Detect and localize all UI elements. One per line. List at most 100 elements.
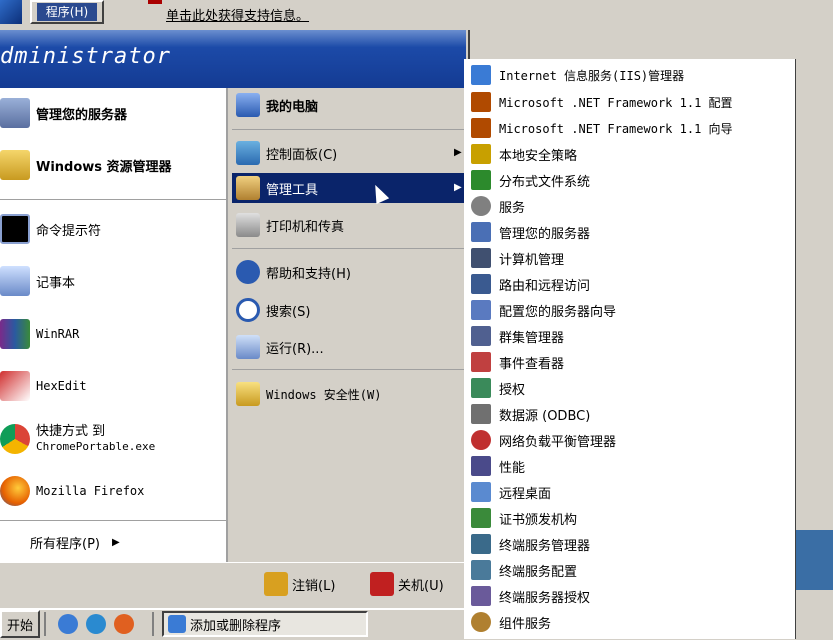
- start-button[interactable]: 开始: [0, 610, 40, 638]
- submenu-item[interactable]: Microsoft .NET Framework 1.1 配置: [471, 89, 733, 115]
- submenu-label: 群集管理器: [499, 330, 565, 346]
- computer-icon: [236, 93, 260, 117]
- submenu-item[interactable]: 证书颁发机构: [471, 505, 577, 531]
- menu-item-search[interactable]: 搜索(S): [236, 296, 310, 324]
- submenu-label: 管理您的服务器: [499, 226, 591, 242]
- submenu-item[interactable]: 网络负载平衡管理器: [471, 427, 616, 453]
- menu-item-cmd[interactable]: 命令提示符: [0, 212, 101, 246]
- submenu-label: 性能: [499, 460, 526, 476]
- menu-item-label: 命令提示符: [36, 223, 102, 239]
- terminal-config-icon: [471, 560, 491, 580]
- explorer-icon: [0, 150, 30, 180]
- submenu-item[interactable]: 终端服务器授权: [471, 583, 590, 609]
- dfs-icon: [471, 170, 491, 190]
- user-name: dministrator: [0, 44, 171, 69]
- divider: [232, 129, 464, 130]
- help-icon: [236, 260, 260, 284]
- menu-item-printers[interactable]: 打印机和传真: [236, 211, 344, 239]
- submenu-label: 事件查看器: [499, 356, 565, 372]
- quicklaunch-icon[interactable]: [86, 614, 106, 634]
- winrar-icon: [0, 319, 30, 349]
- program-button-label: 程序(H): [37, 3, 97, 21]
- power-icon: [370, 572, 394, 596]
- run-icon: [236, 335, 260, 359]
- menu-item-label: 记事本: [36, 275, 76, 291]
- submenu-label: 路由和远程访问: [499, 278, 591, 294]
- submenu-label: 终端服务配置: [499, 564, 578, 580]
- window-icon: [0, 0, 22, 24]
- chrome-icon: [0, 424, 30, 454]
- menu-item-label: 管理工具: [266, 182, 319, 198]
- menu-item-my-computer[interactable]: 我的电脑: [236, 91, 318, 119]
- taskbar-window-button[interactable]: 添加或删除程序: [162, 611, 368, 637]
- submenu-item[interactable]: 管理您的服务器: [471, 219, 590, 245]
- firefox-icon[interactable]: [114, 614, 134, 634]
- add-remove-programs-icon: [168, 615, 186, 633]
- logoff-label: 注销(L): [292, 578, 336, 594]
- menu-item-run[interactable]: 运行(R)...: [236, 333, 324, 361]
- event-viewer-icon: [471, 352, 491, 372]
- nlb-icon: [471, 430, 491, 450]
- menu-item-label: 运行(R)...: [266, 341, 324, 357]
- desktop-area: [793, 530, 833, 590]
- menu-item-control-panel[interactable]: 控制面板(C): [236, 139, 337, 167]
- menu-item-chrome[interactable]: 快捷方式 到 ChromePortable.exe: [0, 419, 155, 459]
- divider: [0, 520, 226, 521]
- dotnet-icon: [471, 92, 491, 112]
- logoff-button[interactable]: 注销(L): [264, 572, 335, 596]
- licensing-icon: [471, 378, 491, 398]
- arrow-right-icon: ▶: [111, 536, 120, 548]
- submenu-item[interactable]: 群集管理器: [471, 323, 564, 349]
- submenu-item[interactable]: Internet 信息服务(IIS)管理器: [471, 62, 684, 88]
- menu-item-security[interactable]: Windows 安全性(W): [236, 380, 381, 408]
- submenu-item[interactable]: 性能: [471, 453, 525, 479]
- divider: [232, 248, 464, 249]
- terminal-manager-icon: [471, 534, 491, 554]
- submenu-item[interactable]: 路由和远程访问: [471, 271, 590, 297]
- submenu-item[interactable]: 事件查看器: [471, 349, 564, 375]
- printer-icon: [236, 213, 260, 237]
- menu-item-manage-server[interactable]: 管理您的服务器: [0, 96, 127, 130]
- submenu-item[interactable]: 终端服务配置: [471, 557, 577, 583]
- menu-item-explorer[interactable]: Windows 资源管理器: [0, 148, 172, 182]
- menu-item-help[interactable]: 帮助和支持(H): [236, 258, 351, 286]
- odbc-icon: [471, 404, 491, 424]
- submenu-label: Microsoft .NET Framework 1.1 向导: [499, 121, 733, 136]
- submenu-item[interactable]: 终端服务管理器: [471, 531, 590, 557]
- submenu-item[interactable]: 计算机管理: [471, 245, 564, 271]
- server-icon: [471, 222, 491, 242]
- terminal-licensing-icon: [471, 586, 491, 606]
- routing-icon: [471, 274, 491, 294]
- menu-item-hexedit[interactable]: HexEdit: [0, 369, 87, 403]
- menu-item-label: Windows 资源管理器: [36, 159, 172, 175]
- ie-icon[interactable]: [58, 614, 78, 634]
- submenu-item[interactable]: 配置您的服务器向导: [471, 297, 616, 323]
- menu-item-label: 快捷方式 到: [36, 424, 106, 439]
- column-divider: [226, 88, 228, 562]
- menu-item-label: 控制面板(C): [266, 147, 338, 163]
- submenu-item[interactable]: 分布式文件系统: [471, 167, 590, 193]
- component-services-icon: [471, 612, 491, 632]
- server-icon: [0, 98, 30, 128]
- divider: [232, 369, 464, 370]
- support-link[interactable]: 单击此处获得支持信息。: [166, 5, 309, 24]
- notepad-icon: [0, 266, 30, 296]
- shutdown-button[interactable]: 关机(U): [370, 572, 444, 596]
- submenu-item[interactable]: Microsoft .NET Framework 1.1 向导: [471, 115, 733, 141]
- menu-item-label: 打印机和传真: [266, 219, 345, 235]
- menu-item-winrar[interactable]: WinRAR: [0, 317, 79, 351]
- submenu-item[interactable]: 数据源 (ODBC): [471, 401, 590, 427]
- submenu-item[interactable]: 本地安全策略: [471, 141, 577, 167]
- submenu-label: 本地安全策略: [499, 148, 578, 164]
- submenu-item[interactable]: 组件服务: [471, 609, 551, 635]
- submenu-item[interactable]: 授权: [471, 375, 525, 401]
- menu-item-admin-tools[interactable]: 管理工具: [236, 174, 318, 202]
- submenu-item[interactable]: 服务: [471, 193, 525, 219]
- submenu-label: 远程桌面: [499, 486, 552, 502]
- program-button[interactable]: 程序(H): [30, 0, 104, 24]
- all-programs-button[interactable]: 所有程序(P) ▶: [30, 530, 120, 554]
- submenu-item[interactable]: 远程桌面: [471, 479, 551, 505]
- menu-item-firefox[interactable]: Mozilla Firefox: [0, 474, 144, 508]
- menu-item-notepad[interactable]: 记事本: [0, 264, 75, 298]
- control-panel-icon: [236, 141, 260, 165]
